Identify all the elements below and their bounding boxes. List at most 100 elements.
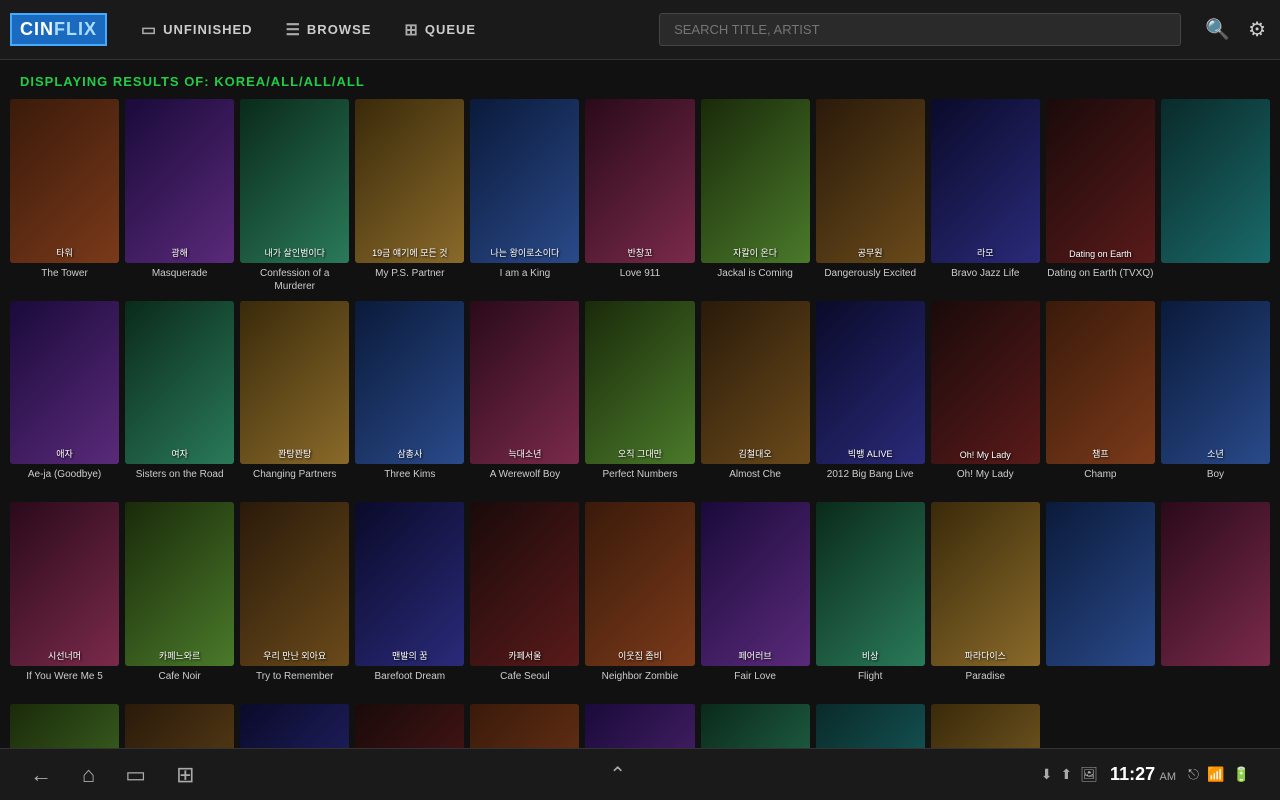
- list-item[interactable]: 반창꼬Love 911: [585, 99, 694, 293]
- movie-title-label: Perfect Numbers: [602, 468, 677, 494]
- search-icon[interactable]: 🔍: [1201, 13, 1234, 46]
- filter-prefix: DISPLAYING RESULTS OF:: [20, 74, 210, 89]
- back-icon[interactable]: ←: [30, 762, 52, 788]
- settings-icon[interactable]: ⚙: [1244, 13, 1270, 46]
- image-icon: 🖼: [1080, 766, 1098, 783]
- movie-title-label: Love 911: [620, 267, 660, 293]
- movie-title-label: Cafe Seoul: [500, 670, 549, 696]
- list-item[interactable]: 챔프Champ: [1046, 301, 1155, 495]
- list-item[interactable]: 빅뱅 ALIVE2012 Big Bang Live: [816, 301, 925, 495]
- movie-title-label: The Tower: [41, 267, 88, 293]
- bluetooth-icon: ⎋: [1188, 766, 1199, 783]
- list-item[interactable]: 비상Flight: [816, 502, 925, 696]
- list-item[interactable]: 내가 살인범이다Confession of a Murderer: [240, 99, 349, 293]
- battery-icon: 🔋: [1233, 766, 1250, 783]
- list-item[interactable]: 19금 얘기에 모든 것My P.S. Partner: [355, 99, 464, 293]
- list-item[interactable]: 공무원Dangerously Excited: [816, 99, 925, 293]
- list-item[interactable]: Dating on EarthDating on Earth (TVXQ): [1046, 99, 1155, 293]
- list-item[interactable]: 카페서울Cafe Seoul: [470, 502, 579, 696]
- movie-title-label: Barefoot Dream: [375, 670, 446, 696]
- app-logo[interactable]: CINFLIX: [10, 13, 107, 46]
- list-item[interactable]: 자칼이 온다Jackal is Coming: [701, 99, 810, 293]
- list-item[interactable]: [1161, 99, 1270, 293]
- recent-icon[interactable]: ▭: [125, 762, 146, 788]
- nav-queue[interactable]: ⊞ QUEUE: [390, 14, 490, 46]
- movie-title-label: Dangerously Excited: [824, 267, 916, 293]
- nav-right: 🔍 ⚙: [1201, 13, 1270, 46]
- list-item[interactable]: 라모Bravo Jazz Life: [931, 99, 1040, 293]
- movie-title-label: Jackal is Coming: [717, 267, 793, 293]
- movie-title-label: My P.S. Partner: [375, 267, 444, 293]
- movie-title-label: Cafe Noir: [159, 670, 201, 696]
- movie-title-label: Paradise: [966, 670, 1005, 696]
- list-item[interactable]: 나는 왕이로소이다I am a King: [470, 99, 579, 293]
- browse-icon: ☰: [286, 20, 301, 40]
- time-display: 11:27 AM: [1110, 764, 1176, 785]
- download-icon: ⬇: [1041, 766, 1053, 783]
- top-navigation: CINFLIX ▭ UNFINISHED ☰ BROWSE ⊞ QUEUE 🔍 …: [0, 0, 1280, 60]
- list-item[interactable]: 삼총사Three Kims: [355, 301, 464, 495]
- list-item[interactable]: 꽌탕꽌탕Changing Partners: [240, 301, 349, 495]
- movie-title-label: Changing Partners: [253, 468, 336, 494]
- logo-text: CINFLIX: [10, 13, 107, 46]
- movie-title-label: Bravo Jazz Life: [951, 267, 1019, 293]
- list-item[interactable]: 오직 그대만Perfect Numbers: [585, 301, 694, 495]
- nav-unfinished[interactable]: ▭ UNFINISHED: [127, 14, 267, 46]
- list-item[interactable]: 애자Ae-ja (Goodbye): [10, 301, 119, 495]
- movie-title-label: Masquerade: [152, 267, 208, 293]
- status-icons: ⬇ ⬆ 🖼: [1041, 766, 1098, 783]
- movie-title-label: Try to Remember: [256, 670, 333, 696]
- list-item[interactable]: 카페느와르Cafe Noir: [125, 502, 234, 696]
- movie-title-label: Oh! My Lady: [957, 468, 1014, 494]
- movie-title-label: 2012 Big Bang Live: [827, 468, 914, 494]
- movie-title-label: Boy: [1207, 468, 1224, 494]
- list-item[interactable]: 광해Masquerade: [125, 99, 234, 293]
- filter-value[interactable]: KOREA/ALL/ALL/ALL: [214, 74, 365, 89]
- search-bar[interactable]: [659, 13, 1181, 46]
- nav-browse[interactable]: ☰ BROWSE: [272, 14, 386, 46]
- list-item[interactable]: 김철대오Almost Che: [701, 301, 810, 495]
- movie-title-label: Champ: [1084, 468, 1116, 494]
- list-item[interactable]: 소년Boy: [1161, 301, 1270, 495]
- movie-title-label: Ae-ja (Goodbye): [28, 468, 101, 494]
- list-item[interactable]: 페어러브Fair Love: [701, 502, 810, 696]
- list-item[interactable]: 파라다이스Paradise: [931, 502, 1040, 696]
- list-item[interactable]: 여자Sisters on the Road: [125, 301, 234, 495]
- movie-grid-container: 타워The Tower광해Masquerade내가 살인범이다Confessio…: [0, 99, 1280, 779]
- movie-title-label: Almost Che: [729, 468, 781, 494]
- list-item[interactable]: 우리 만난 외아요Try to Remember: [240, 502, 349, 696]
- menu-icon[interactable]: ⊞: [176, 762, 194, 788]
- list-item[interactable]: 맨발의 꿈Barefoot Dream: [355, 502, 464, 696]
- queue-icon: ⊞: [404, 20, 418, 40]
- movie-grid: 타워The Tower광해Masquerade내가 살인범이다Confessio…: [10, 99, 1270, 779]
- list-item[interactable]: 시선너머If You Were Me 5: [10, 502, 119, 696]
- movie-title-label: Confession of a Murderer: [240, 267, 349, 293]
- movie-title-label: Fair Love: [734, 670, 776, 696]
- movie-title-label: Flight: [858, 670, 882, 696]
- bottom-right: ⬇ ⬆ 🖼 11:27 AM ⎋ 📶 🔋: [1041, 764, 1250, 785]
- tv-icon: ▭: [141, 20, 157, 40]
- movie-title-label: I am a King: [500, 267, 551, 293]
- upload-icon: ⬆: [1061, 766, 1073, 783]
- list-item[interactable]: [1161, 502, 1270, 696]
- list-item[interactable]: 늑대소년A Werewolf Boy: [470, 301, 579, 495]
- search-input[interactable]: [659, 13, 1181, 46]
- connectivity-icons: ⎋ 📶 🔋: [1188, 766, 1250, 783]
- movie-title-label: Sisters on the Road: [136, 468, 224, 494]
- movie-title-label: A Werewolf Boy: [490, 468, 560, 494]
- list-item[interactable]: Oh! My LadyOh! My Lady: [931, 301, 1040, 495]
- bottom-bar: ← ⌂ ▭ ⊞ ⌃ ⬇ ⬆ 🖼 11:27 AM ⎋ 📶 🔋: [0, 748, 1280, 800]
- list-item[interactable]: 타워The Tower: [10, 99, 119, 293]
- filter-bar: DISPLAYING RESULTS OF: KOREA/ALL/ALL/ALL: [0, 60, 1280, 99]
- scroll-up-button[interactable]: ⌃: [609, 762, 626, 787]
- home-icon[interactable]: ⌂: [82, 762, 95, 788]
- bottom-navigation: ← ⌂ ▭ ⊞: [30, 762, 195, 788]
- movie-title-label: Three Kims: [384, 468, 435, 494]
- list-item[interactable]: 이웃집 좀비Neighbor Zombie: [585, 502, 694, 696]
- nav-items: ▭ UNFINISHED ☰ BROWSE ⊞ QUEUE: [127, 14, 649, 46]
- wifi-icon: 📶: [1207, 766, 1224, 783]
- movie-title-label: Dating on Earth (TVXQ): [1047, 267, 1153, 293]
- list-item[interactable]: [1046, 502, 1155, 696]
- movie-title-label: If You Were Me 5: [26, 670, 103, 696]
- movie-title-label: Neighbor Zombie: [602, 670, 679, 696]
